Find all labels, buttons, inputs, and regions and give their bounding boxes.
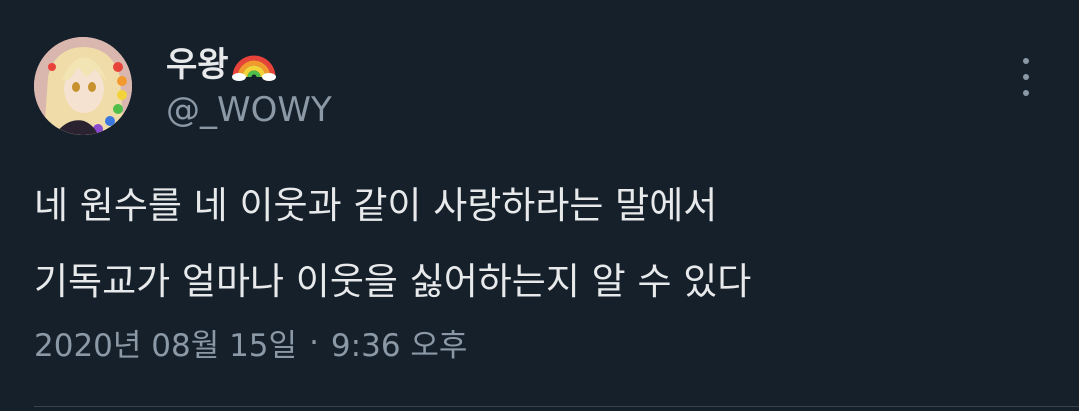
profile-avatar[interactable]	[34, 37, 132, 135]
meta-separator: ·	[309, 324, 319, 361]
tweet-text-line: 네 원수를 네 이웃과 같이 사랑하라는 말에서	[34, 184, 718, 227]
user-handle[interactable]: @_WOWY	[166, 90, 332, 130]
display-name-row: 우왕	[166, 36, 277, 86]
tweet-text-line: 기독교가 얼마나 이웃을 싫어하는지 알 수 있다	[34, 260, 752, 303]
tweet-card: 우왕 @_WOWY 네 원수를 네 이웃과 같이 사랑하라는 말에서 기독교가 …	[0, 0, 1079, 411]
display-name[interactable]: 우왕	[166, 37, 229, 86]
tweet-timestamp[interactable]: 2020년 08월 15일 · 9:36 오후	[34, 320, 467, 365]
rainbow-emoji-icon	[231, 41, 277, 81]
more-options-icon-dot	[1023, 90, 1029, 96]
tweet-text: 네 원수를 네 이웃과 같이 사랑하라는 말에서 기독교가 얼마나 이웃을 싫어…	[34, 168, 1034, 320]
avatar-image	[34, 37, 132, 135]
divider	[34, 406, 1079, 407]
more-options-icon-dot	[1023, 74, 1029, 80]
more-options-icon	[1023, 58, 1029, 64]
more-options-button[interactable]	[1012, 58, 1040, 96]
tweet-time: 9:36 오후	[330, 328, 468, 364]
tweet-date: 2020년 08월 15일	[34, 328, 298, 364]
